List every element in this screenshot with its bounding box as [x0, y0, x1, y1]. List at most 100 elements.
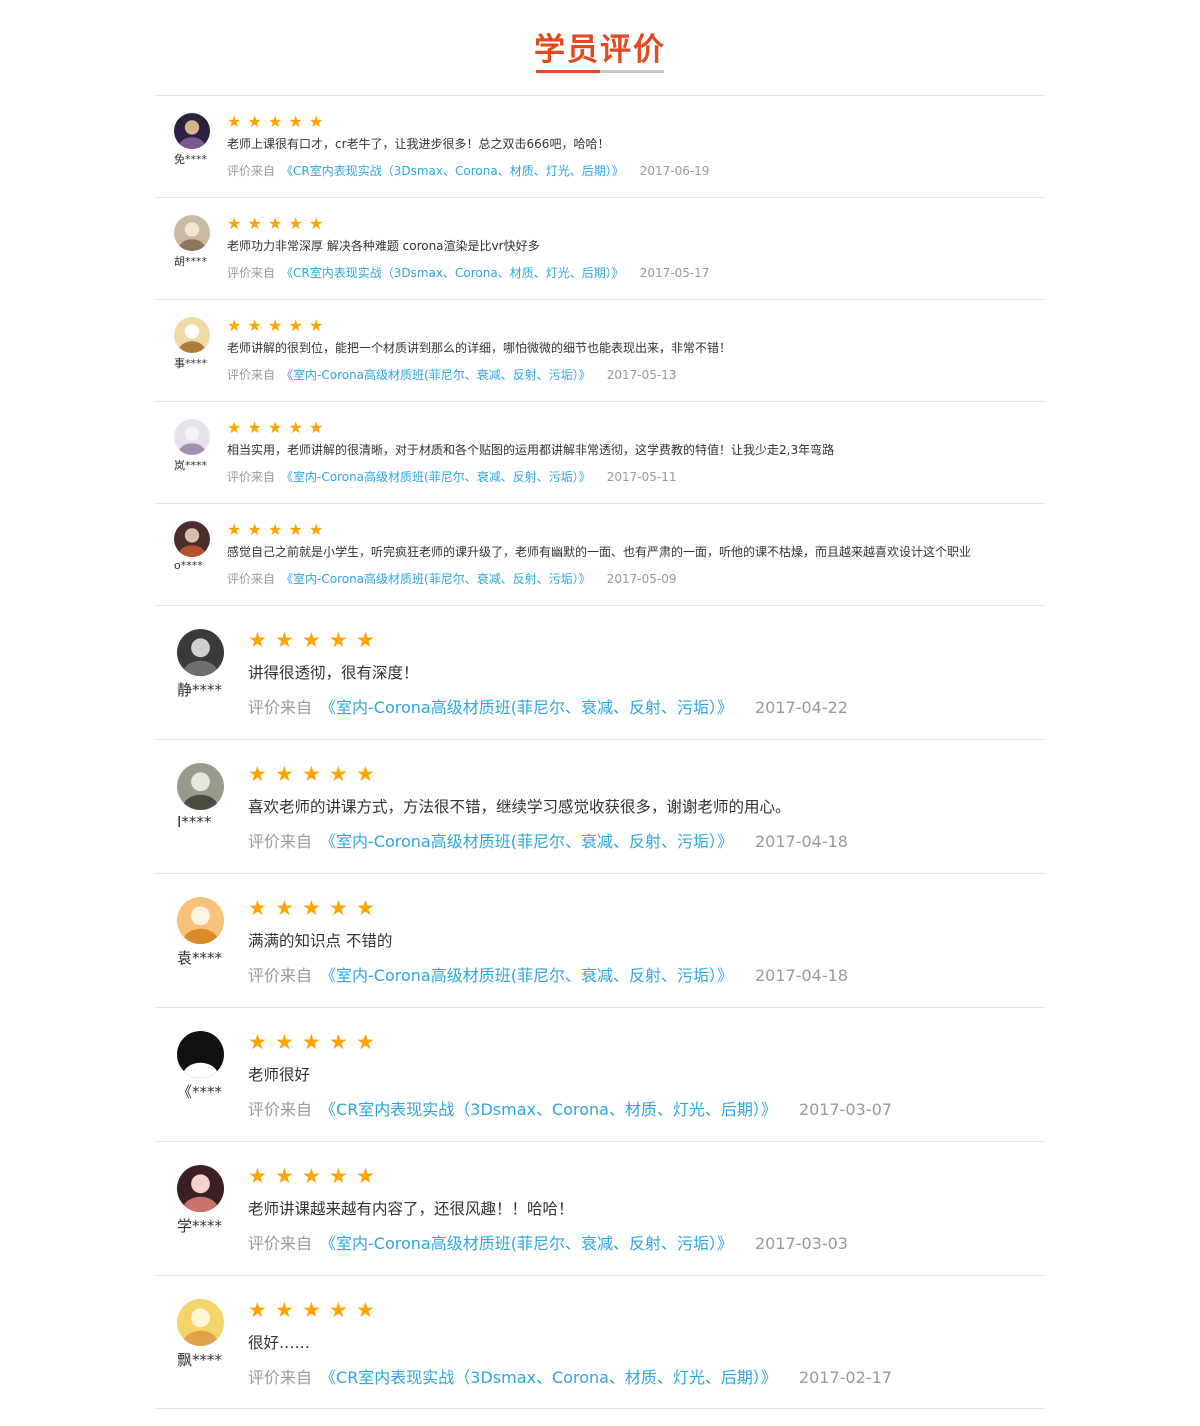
star-icon: ★ — [309, 316, 324, 335]
star-icon: ★ — [356, 1298, 375, 1322]
review-item: 事**** ★ ★ ★ ★ ★ 老师讲解的很到位，能把一个材质讲到那么的详细，哪怕微微的细节… — [155, 299, 1045, 401]
source-label: 评价来自 — [248, 832, 313, 851]
review-item: 学**** ★ ★ ★ ★ ★ 老师讲课越来越有内容了，还很风趣！！哈哈！ 评价来自 《室内-C… — [155, 1141, 1045, 1275]
star-icon: ★ — [248, 896, 267, 920]
review-text: 讲得很透彻，很有深度！ — [248, 664, 419, 682]
reviewer-name: I**** — [177, 813, 212, 831]
user-avatar-icon — [174, 113, 210, 149]
star-rating: ★ ★ ★ ★ ★ — [248, 762, 383, 786]
review-source: 评价来自 《室内-Corona高级材质班(菲尼尔、衰减、反射、污垢）》 2017-0… — [248, 962, 848, 986]
review-date: 2017-04-22 — [754, 698, 848, 717]
star-icon: ★ — [302, 896, 321, 920]
star-icon: ★ — [288, 214, 303, 233]
review-text: 很好…… — [248, 1334, 311, 1352]
course-link[interactable]: 《室内-Corona高级材质班(菲尼尔、衰减、反射、污垢）》 — [320, 1234, 733, 1253]
star-icon: ★ — [356, 896, 375, 920]
review-date: 2017-05-09 — [606, 572, 677, 586]
star-icon: ★ — [356, 1030, 375, 1054]
user-avatar-icon — [177, 897, 224, 944]
course-link[interactable]: 《室内-Corona高级材质班(菲尼尔、衰减、反射、污垢）》 — [281, 368, 591, 382]
review-text: 老师很好 — [248, 1066, 311, 1084]
star-icon: ★ — [329, 1030, 348, 1054]
source-label: 评价来自 — [248, 1234, 313, 1253]
course-link[interactable]: 《CR室内表现实战（3Dsmax、Corona、材质、灯光、后期）》 — [320, 1100, 777, 1119]
review-source: 评价来自 《室内-Corona高级材质班(菲尼尔、衰减、反射、污垢）》 2017-0… — [227, 366, 676, 383]
star-icon: ★ — [248, 1298, 267, 1322]
source-label: 评价来自 — [248, 1100, 313, 1119]
star-rating: ★ ★ ★ ★ ★ — [248, 1030, 383, 1054]
source-label: 评价来自 — [227, 266, 276, 280]
star-icon: ★ — [248, 1030, 267, 1054]
star-icon: ★ — [227, 112, 242, 131]
user-avatar-icon — [174, 521, 210, 557]
review-source: 评价来自 《CR室内表现实战（3Dsmax、Corona、材质、灯光、后期）》 20… — [227, 162, 709, 179]
review-text: 相当实用，老师讲解的很清晰，对于材质和各个贴图的运用都讲解非常透彻，这学费教的特… — [227, 443, 835, 457]
course-link[interactable]: 《室内-Corona高级材质班(菲尼尔、衰减、反射、污垢）》 — [281, 470, 591, 484]
reviewer-name: 免**** — [174, 153, 207, 166]
star-icon: ★ — [356, 762, 375, 786]
star-rating: ★ ★ ★ ★ ★ — [227, 112, 330, 131]
review-item: 袁**** ★ ★ ★ ★ ★ 满满的知识点 不错的 评价来自 《室内-Corona高级材质班(… — [155, 873, 1045, 1007]
star-icon: ★ — [247, 316, 262, 335]
star-icon: ★ — [247, 520, 262, 539]
star-icon: ★ — [275, 762, 294, 786]
star-icon: ★ — [288, 520, 303, 539]
star-icon: ★ — [247, 112, 262, 131]
review-text: 感觉自己之前就是小学生，听完疯狂老师的课升级了，老师有幽默的一面、也有严肃的一面… — [227, 545, 972, 559]
review-text: 喜欢老师的讲课方式，方法很不错，继续学习感觉收获很多，谢谢老师的用心。 — [248, 798, 791, 816]
star-icon: ★ — [302, 1030, 321, 1054]
review-source: 评价来自 《室内-Corona高级材质班(菲尼尔、衰减、反射、污垢）》 2017-0… — [248, 1230, 848, 1254]
reviewer-name: 《**** — [177, 1083, 223, 1101]
star-icon: ★ — [268, 418, 283, 437]
star-rating: ★ ★ ★ ★ ★ — [227, 520, 330, 539]
course-link[interactable]: 《CR室内表现实战（3Dsmax、Corona、材质、灯光、后期）》 — [281, 266, 624, 280]
course-link[interactable]: 《室内-Corona高级材质班(菲尼尔、衰减、反射、污垢）》 — [320, 832, 733, 851]
reviewer-name: 胡**** — [174, 255, 207, 268]
source-label: 评价来自 — [248, 966, 313, 985]
star-rating: ★ ★ ★ ★ ★ — [227, 316, 330, 335]
course-link[interactable]: 《CR室内表现实战（3Dsmax、Corona、材质、灯光、后期）》 — [281, 164, 624, 178]
review-date: 2017-02-17 — [798, 1368, 892, 1387]
course-link[interactable]: 《室内-Corona高级材质班(菲尼尔、衰减、反射、污垢）》 — [281, 572, 591, 586]
star-icon: ★ — [227, 520, 242, 539]
user-avatar-icon — [177, 1165, 224, 1212]
review-item: I**** ★ ★ ★ ★ ★ 喜欢老师的讲课方式，方法很不错，继续学习感觉收获很多，谢谢老… — [155, 739, 1045, 873]
review-date: 2017-04-18 — [754, 832, 848, 851]
star-icon: ★ — [268, 520, 283, 539]
review-source: 评价来自 《室内-Corona高级材质班(菲尼尔、衰减、反射、污垢）》 2017-0… — [227, 570, 676, 587]
star-icon: ★ — [227, 214, 242, 233]
user-avatar-icon — [174, 215, 210, 251]
review-date: 2017-05-17 — [639, 266, 710, 280]
star-icon: ★ — [309, 520, 324, 539]
star-icon: ★ — [268, 112, 283, 131]
star-icon: ★ — [248, 1164, 267, 1188]
star-icon: ★ — [302, 628, 321, 652]
star-icon: ★ — [356, 628, 375, 652]
source-label: 评价来自 — [227, 572, 276, 586]
review-item: o**** ★ ★ ★ ★ ★ 感觉自己之前就是小学生，听完疯狂老师的课升级了，老师有幽默的… — [155, 503, 1045, 605]
source-label: 评价来自 — [227, 368, 276, 382]
reviewer-name: 静**** — [177, 681, 223, 699]
star-icon: ★ — [275, 628, 294, 652]
star-icon: ★ — [288, 418, 303, 437]
reviewer-name: 飘**** — [177, 1351, 223, 1369]
source-label: 评价来自 — [227, 164, 276, 178]
course-link[interactable]: 《室内-Corona高级材质班(菲尼尔、衰减、反射、污垢）》 — [320, 966, 733, 985]
star-rating: ★ ★ ★ ★ ★ — [248, 1298, 383, 1322]
review-item: 岚**** ★ ★ ★ ★ ★ 相当实用，老师讲解的很清晰，对于材质和各个贴图的运用都讲解非… — [155, 401, 1045, 503]
review-item: 静**** ★ ★ ★ ★ ★ 讲得很透彻，很有深度！ 评价来自 《室内-Corona高级材质班… — [155, 605, 1045, 739]
star-icon: ★ — [329, 628, 348, 652]
course-link[interactable]: 《CR室内表现实战（3Dsmax、Corona、材质、灯光、后期）》 — [320, 1368, 777, 1387]
review-date: 2017-05-11 — [606, 470, 677, 484]
course-link[interactable]: 《室内-Corona高级材质班(菲尼尔、衰减、反射、污垢）》 — [320, 698, 733, 717]
star-icon: ★ — [275, 896, 294, 920]
source-label: 评价来自 — [227, 470, 276, 484]
section-title: 学员评价 — [534, 32, 666, 68]
user-avatar-icon — [177, 629, 224, 676]
review-item: 飘**** ★ ★ ★ ★ ★ 很好…… 评价来自 《CR室内表现实战（3Dsmax、Coron… — [155, 1275, 1045, 1409]
star-icon: ★ — [247, 214, 262, 233]
user-avatar-icon — [177, 1299, 224, 1346]
section-header: 学员评价 — [0, 22, 1200, 74]
reviewer-name: 袁**** — [177, 949, 223, 967]
review-date: 2017-04-18 — [754, 966, 848, 985]
